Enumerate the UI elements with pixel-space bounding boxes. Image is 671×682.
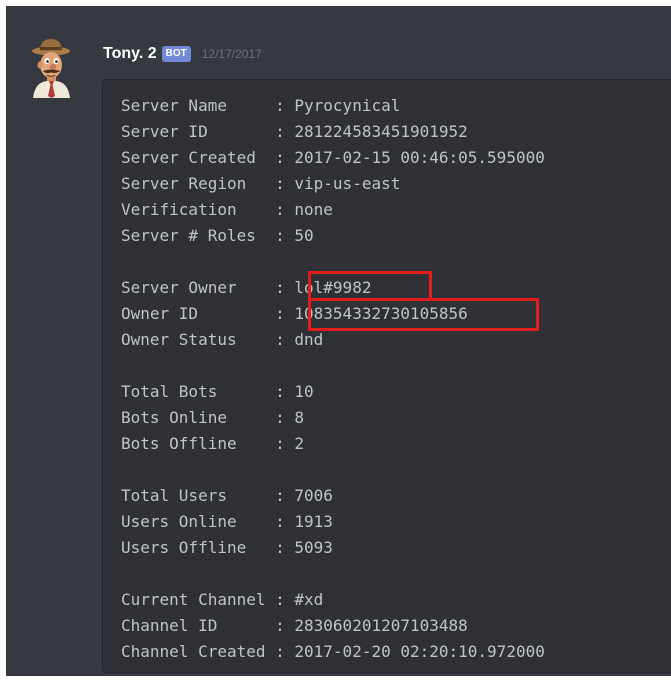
bot-badge: BOT bbox=[161, 46, 191, 62]
code-line: Bots Online : 8 bbox=[121, 408, 305, 427]
discord-message-frame: Tony. 2 BOT 12/17/2017 Server Name : Pyr… bbox=[6, 6, 671, 676]
code-line: Channel Created : 2017-02-20 02:20:10.97… bbox=[121, 642, 545, 661]
avatar[interactable] bbox=[27, 34, 75, 98]
highlight-box-owner-id bbox=[308, 298, 539, 331]
code-line: Total Users : 7006 bbox=[121, 486, 333, 505]
code-line: Verification : none bbox=[121, 200, 333, 219]
code-line: Server ID : 281224583451901952 bbox=[121, 122, 468, 141]
code-line: Server # Roles : 50 bbox=[121, 226, 314, 245]
message-timestamp: 12/17/2017 bbox=[201, 47, 262, 61]
message-header: Tony. 2 BOT 12/17/2017 bbox=[103, 42, 262, 66]
code-line: Users Online : 1913 bbox=[121, 512, 333, 531]
code-line: Users Offline : 5093 bbox=[121, 538, 333, 557]
code-line: Server Region : vip-us-east bbox=[121, 174, 401, 193]
code-block: Server Name : Pyrocynical Server ID : 281… bbox=[102, 79, 671, 673]
code-line: Total Bots : 10 bbox=[121, 382, 314, 401]
code-lines: Server Name : Pyrocynical Server ID : 281… bbox=[121, 93, 545, 665]
code-line: Channel ID : 283060201207103488 bbox=[121, 616, 468, 635]
code-line: Server Created : 2017-02-15 00:46:05.595… bbox=[121, 148, 545, 167]
code-line: Bots Offline : 2 bbox=[121, 434, 305, 453]
code-line: Server Name : Pyrocynical bbox=[121, 96, 401, 115]
cartoon-man-avatar-icon bbox=[32, 39, 70, 98]
highlight-box-server-owner bbox=[308, 271, 432, 301]
username[interactable]: Tony. 2 bbox=[103, 45, 157, 63]
code-line: Current Channel : #xd bbox=[121, 590, 324, 609]
